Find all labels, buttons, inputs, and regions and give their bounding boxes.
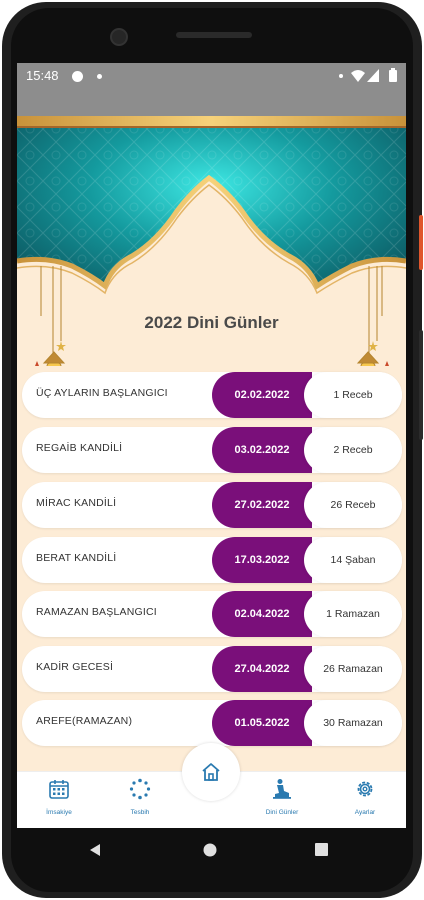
day-name: KADİR GECESİ <box>36 661 114 673</box>
hijri-date: 26 Receb <box>304 482 402 528</box>
list-item[interactable]: MİRAC KANDİLİ 27.02.2022 26 Receb <box>22 482 402 528</box>
gregorian-date: 03.02.2022 <box>212 427 312 473</box>
wifi-icon <box>351 70 365 82</box>
day-name: AREFE(RAMAZAN) <box>36 715 133 727</box>
gregorian-date: 17.03.2022 <box>212 537 312 583</box>
status-bar: 15:48 <box>17 63 406 89</box>
hijri-date: 14 Şaban <box>304 537 402 583</box>
status-dot-icon <box>339 74 343 78</box>
day-name: REGAİB KANDİLİ <box>36 442 123 454</box>
day-name: ÜÇ AYLARIN BAŞLANGICI <box>36 387 168 399</box>
notification-dot-icon <box>97 74 102 79</box>
day-name: RAMAZAN BAŞLANGICI <box>36 606 157 618</box>
list-item[interactable]: REGAİB KANDİLİ 03.02.2022 2 Receb <box>22 427 402 473</box>
gregorian-date: 01.05.2022 <box>212 700 312 746</box>
front-camera <box>110 28 128 46</box>
notification-icon <box>72 71 83 82</box>
nav-imsakiye-label: İmsakiye <box>46 809 72 816</box>
nav-dini-gunler[interactable]: Dini Günler <box>252 778 312 816</box>
gregorian-date: 02.04.2022 <box>212 591 312 637</box>
system-navigation-bar <box>17 828 406 872</box>
gregorian-date: 27.04.2022 <box>212 646 312 692</box>
gear-icon <box>357 781 373 797</box>
status-time: 15:48 <box>26 68 59 83</box>
day-name: MİRAC KANDİLİ <box>36 497 117 509</box>
calendar-icon <box>49 780 69 799</box>
list-item[interactable]: RAMAZAN BAŞLANGICI 02.04.2022 1 Ramazan <box>22 591 402 637</box>
gregorian-date: 27.02.2022 <box>212 482 312 528</box>
power-button <box>419 215 423 270</box>
nav-imsakiye[interactable]: İmsakiye <box>29 778 89 816</box>
nav-dini-gunler-label: Dini Günler <box>265 809 299 816</box>
nav-ayarlar[interactable]: Ayarlar <box>335 778 395 816</box>
nav-tesbih[interactable]: Tesbih <box>110 778 170 816</box>
signal-icon <box>367 69 379 82</box>
back-icon[interactable] <box>88 843 102 857</box>
list-item[interactable]: ÜÇ AYLARIN BAŞLANGICI 02.02.2022 1 Receb <box>22 372 402 418</box>
hijri-date: 2 Receb <box>304 427 402 473</box>
list-item[interactable]: KADİR GECESİ 27.04.2022 26 Ramazan <box>22 646 402 692</box>
nav-tesbih-label: Tesbih <box>130 809 150 816</box>
nav-ayarlar-label: Ayarlar <box>354 809 376 816</box>
praying-person-icon <box>273 779 291 799</box>
hijri-date: 30 Ramazan <box>304 700 402 746</box>
gregorian-date: 02.02.2022 <box>212 372 312 418</box>
app-screen: 15:48 2022 Dini Günler ÜÇ AYLARIN BAŞLAN… <box>17 63 406 828</box>
volume-button <box>419 330 423 440</box>
home-circle-icon[interactable] <box>203 843 217 857</box>
recents-icon[interactable] <box>315 843 328 856</box>
battery-icon <box>389 68 397 82</box>
hijri-date: 1 Receb <box>304 372 402 418</box>
home-button[interactable] <box>182 743 240 801</box>
day-name: BERAT KANDİLİ <box>36 552 117 564</box>
earpiece-speaker <box>176 32 252 38</box>
home-icon <box>202 763 220 781</box>
hijri-date: 26 Ramazan <box>304 646 402 692</box>
top-bar <box>17 89 406 116</box>
hijri-date: 1 Ramazan <box>304 591 402 637</box>
list-item[interactable]: AREFE(RAMAZAN) 01.05.2022 30 Ramazan <box>22 700 402 746</box>
page-title: 2022 Dini Günler <box>144 313 279 332</box>
list-item[interactable]: BERAT KANDİLİ 17.03.2022 14 Şaban <box>22 537 402 583</box>
tesbih-icon <box>129 778 151 800</box>
